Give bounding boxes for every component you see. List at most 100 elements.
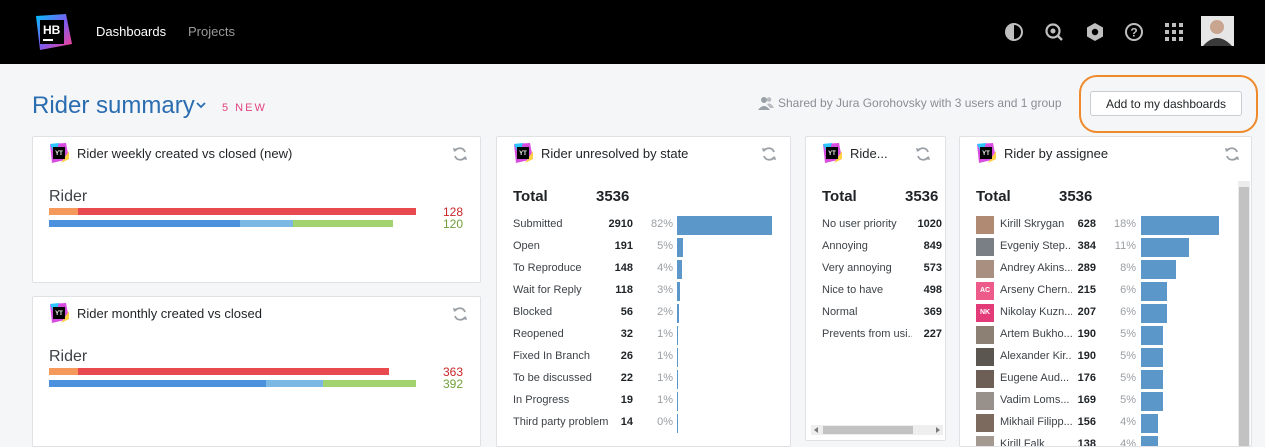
- state-row[interactable]: Third party problem 14 0%: [497, 412, 790, 434]
- assignee-row[interactable]: Kirill Falk 138 4%: [960, 434, 1235, 446]
- assignee-name[interactable]: Artem Bukho...: [1000, 328, 1072, 340]
- assignee-name[interactable]: Alexander Kir...: [1000, 350, 1072, 362]
- user-avatar[interactable]: [1201, 16, 1234, 46]
- settings-icon[interactable]: [1085, 22, 1105, 42]
- add-to-dashboards-button[interactable]: Add to my dashboards: [1090, 91, 1242, 116]
- state-row[interactable]: Fixed In Branch 26 1%: [497, 346, 790, 368]
- widget-by-priority: YT Ride... Total 3536 No user priority 10…: [805, 136, 946, 441]
- state-row[interactable]: Submitted 2910 82%: [497, 214, 790, 236]
- state-label[interactable]: To Reproduce: [513, 262, 609, 274]
- state-label[interactable]: Reopened: [513, 328, 609, 340]
- percent-value: 5%: [1120, 394, 1136, 406]
- state-row[interactable]: Blocked 56 2%: [497, 302, 790, 324]
- percent-bar: [677, 392, 678, 411]
- priority-label[interactable]: No user priority: [822, 218, 912, 230]
- assignee-row[interactable]: Andrey Akins... 289 8%: [960, 258, 1235, 280]
- state-label[interactable]: Wait for Reply: [513, 284, 609, 296]
- priority-row[interactable]: Annoying 849: [806, 236, 945, 258]
- page-title[interactable]: Rider summary: [32, 92, 195, 120]
- vertical-scrollbar[interactable]: [1238, 181, 1250, 446]
- state-row[interactable]: To Reproduce 148 4%: [497, 258, 790, 280]
- state-label[interactable]: To be discussed: [513, 372, 609, 384]
- assignee-name[interactable]: Arseny Chern...: [1000, 284, 1072, 296]
- priority-row[interactable]: No user priority 1020: [806, 214, 945, 236]
- assignee-name[interactable]: Nikolay Kuzn...: [1000, 306, 1072, 318]
- scroll-right-icon[interactable]: [934, 425, 942, 435]
- youtrack-icon: YT: [977, 143, 996, 163]
- state-label[interactable]: Submitted: [513, 218, 609, 230]
- state-label[interactable]: Blocked: [513, 306, 609, 318]
- scrollbar-thumb[interactable]: [823, 426, 913, 434]
- refresh-icon[interactable]: [761, 146, 777, 162]
- priority-label[interactable]: Prevents from usi...: [822, 328, 912, 340]
- assignee-avatar: [976, 260, 994, 278]
- percent-bar: [677, 326, 678, 345]
- percent-value: 1%: [657, 394, 673, 406]
- state-row[interactable]: To be discussed 22 1%: [497, 368, 790, 390]
- priority-row[interactable]: Nice to have 498: [806, 280, 945, 302]
- priority-row[interactable]: Normal 369: [806, 302, 945, 324]
- percent-value: 4%: [657, 262, 673, 274]
- count-value: 190: [1077, 350, 1096, 362]
- assignee-row[interactable]: Artem Bukho... 190 5%: [960, 324, 1235, 346]
- assignee-row[interactable]: Vadim Loms... 169 5%: [960, 390, 1235, 412]
- priority-label[interactable]: Very annoying: [822, 262, 912, 274]
- priority-row[interactable]: Prevents from usi... 227: [806, 324, 945, 346]
- assignee-name[interactable]: Mikhail Filipp...: [1000, 416, 1072, 428]
- svg-text:?: ?: [1130, 26, 1137, 40]
- svg-text:YT: YT: [55, 311, 63, 317]
- percent-bar: [1141, 238, 1189, 257]
- refresh-icon[interactable]: [1224, 146, 1240, 162]
- priority-label[interactable]: Annoying: [822, 240, 912, 252]
- count-value: 56: [620, 306, 633, 318]
- scrollbar-thumb[interactable]: [1239, 187, 1249, 446]
- refresh-icon[interactable]: [452, 306, 468, 322]
- refresh-icon[interactable]: [915, 146, 931, 162]
- assignee-row[interactable]: Alexander Kir... 190 5%: [960, 346, 1235, 368]
- percent-bar: [1141, 260, 1176, 279]
- state-label[interactable]: Fixed In Branch: [513, 350, 609, 362]
- shared-text: Shared by Jura Gorohovsky with 3 users a…: [778, 96, 1062, 110]
- chevron-down-icon[interactable]: [195, 99, 207, 111]
- percent-value: 1%: [657, 328, 673, 340]
- assignee-name[interactable]: Vadim Loms...: [1000, 394, 1072, 406]
- state-row[interactable]: In Progress 19 1%: [497, 390, 790, 412]
- count-value: 215: [1077, 284, 1096, 296]
- priority-row[interactable]: Very annoying 573: [806, 258, 945, 280]
- state-row[interactable]: Reopened 32 1%: [497, 324, 790, 346]
- assignee-name[interactable]: Andrey Akins...: [1000, 262, 1072, 274]
- assignee-row[interactable]: Kirill Skrygan 628 18%: [960, 214, 1235, 236]
- assignee-row[interactable]: Mikhail Filipp... 156 4%: [960, 412, 1235, 434]
- assignee-row[interactable]: NK Nikolay Kuzn... 207 6%: [960, 302, 1235, 324]
- help-icon[interactable]: ?: [1124, 22, 1144, 42]
- nav-projects[interactable]: Projects: [188, 24, 235, 39]
- assignee-avatar: [976, 326, 994, 344]
- assignee-row[interactable]: Evgeniy Step... 384 11%: [960, 236, 1235, 258]
- percent-value: 3%: [657, 284, 673, 296]
- horizontal-scrollbar[interactable]: [811, 425, 943, 435]
- state-label[interactable]: Open: [513, 240, 609, 252]
- refresh-icon[interactable]: [452, 146, 468, 162]
- nav-dashboards[interactable]: Dashboards: [96, 24, 166, 39]
- assignee-row[interactable]: Eugene Aud... 176 5%: [960, 368, 1235, 390]
- assignee-name[interactable]: Evgeniy Step...: [1000, 240, 1072, 252]
- state-label[interactable]: In Progress: [513, 394, 609, 406]
- theme-icon[interactable]: [1004, 22, 1024, 42]
- priority-label[interactable]: Nice to have: [822, 284, 912, 296]
- assignee-name[interactable]: Eugene Aud...: [1000, 372, 1072, 384]
- assignee-name[interactable]: Kirill Falk: [1000, 438, 1072, 446]
- priority-label[interactable]: Normal: [822, 306, 912, 318]
- state-row[interactable]: Wait for Reply 118 3%: [497, 280, 790, 302]
- count-value: 1020: [917, 218, 942, 230]
- state-label[interactable]: Third party problem: [513, 416, 609, 428]
- count-value: 628: [1077, 218, 1096, 230]
- percent-bar: [677, 282, 680, 301]
- scroll-left-icon[interactable]: [812, 425, 820, 435]
- search-icon[interactable]: [1044, 22, 1064, 42]
- apps-icon[interactable]: [1164, 22, 1184, 42]
- assignee-row[interactable]: AC Arseny Chern... 215 6%: [960, 280, 1235, 302]
- new-badge[interactable]: 5 NEW: [222, 102, 267, 114]
- state-row[interactable]: Open 191 5%: [497, 236, 790, 258]
- percent-bar: [1141, 216, 1219, 235]
- assignee-name[interactable]: Kirill Skrygan: [1000, 218, 1072, 230]
